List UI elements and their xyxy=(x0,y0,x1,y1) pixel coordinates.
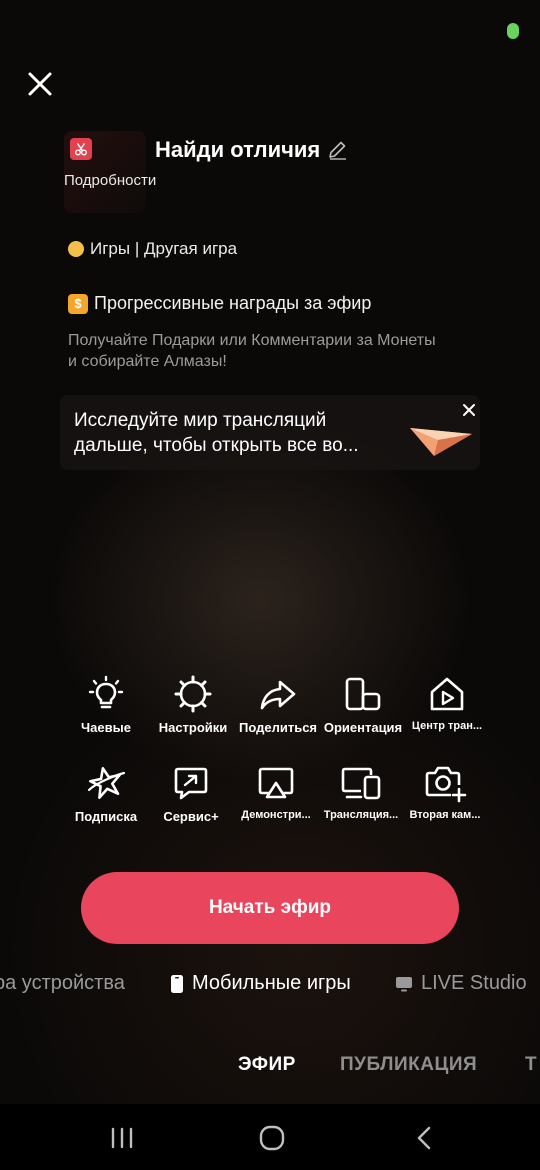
pencil-icon[interactable] xyxy=(326,139,348,161)
tool-settings[interactable]: Настройки xyxy=(148,674,238,735)
share-arrow-icon xyxy=(260,680,296,710)
tool-subscription-label: Подписка xyxy=(74,809,138,824)
tool-share[interactable]: Поделиться xyxy=(233,674,323,735)
phone-icon xyxy=(171,974,183,993)
tab-template[interactable]: Т xyxy=(525,1054,537,1076)
recent-apps-icon[interactable] xyxy=(102,1124,142,1152)
mode-device-camera[interactable]: ра устройства xyxy=(0,972,125,995)
tip-line-1: Исследуйте мир трансляций xyxy=(74,410,327,431)
stream-topic[interactable]: Игры | Другая игра xyxy=(68,239,237,259)
cover-label[interactable]: Подробности xyxy=(64,171,156,191)
tool-share-label: Поделиться xyxy=(238,720,318,735)
gear-icon xyxy=(174,675,212,713)
mode-live-studio-label: LIVE Studio xyxy=(421,972,527,994)
system-navigation-bar xyxy=(0,1104,540,1170)
tool-subscription[interactable]: Подписка xyxy=(61,763,151,824)
back-icon[interactable] xyxy=(404,1124,444,1152)
game-topic-icon xyxy=(68,241,84,257)
rewards-title-text: Прогрессивные награды за эфир xyxy=(94,293,372,313)
scissors-icon xyxy=(75,143,87,156)
mode-mobile-games[interactable]: Мобильные игры xyxy=(170,972,351,995)
live-center-icon xyxy=(430,677,464,711)
tool-multi-device[interactable]: Трансляция... xyxy=(316,763,406,821)
cover-edit-icon[interactable] xyxy=(70,138,92,160)
stream-topic-text: Игры | Другая игра xyxy=(90,239,238,258)
tool-multi-device-label: Трансляция... xyxy=(323,809,399,821)
tool-service-plus[interactable]: Сервис+ xyxy=(146,763,236,824)
orientation-icon xyxy=(345,677,381,711)
tip-line-2: дальше, чтобы открыть все во... xyxy=(74,435,359,456)
status-indicator xyxy=(507,23,519,39)
stream-title-text: Найди отличия xyxy=(155,137,321,162)
tab-post[interactable]: ПУБЛИКАЦИЯ xyxy=(340,1054,477,1076)
tool-second-camera[interactable]: Вторая кам... xyxy=(400,763,490,821)
mode-mobile-games-label: Мобильные игры xyxy=(192,972,351,994)
home-icon[interactable] xyxy=(252,1124,292,1152)
tool-tips[interactable]: Чаевые xyxy=(61,674,151,735)
tool-second-camera-label: Вторая кам... xyxy=(409,809,481,821)
service-plus-icon xyxy=(174,767,208,800)
mode-device-camera-label: ра устройства xyxy=(0,972,125,994)
reward-coin-icon: $ xyxy=(68,293,88,314)
tool-live-center[interactable]: Центр тран... xyxy=(402,674,492,732)
tool-settings-label: Настройки xyxy=(158,720,228,735)
start-live-button[interactable]: Начать эфир xyxy=(81,872,459,944)
rewards-description: Получайте Подарки или Комментарии за Мон… xyxy=(68,332,436,370)
add-camera-icon xyxy=(425,766,467,803)
bottom-mode-tabs: ЭФИР ПУБЛИКАЦИЯ Т xyxy=(0,1054,540,1082)
mode-live-studio[interactable]: LIVE Studio xyxy=(395,972,527,995)
subscription-star-icon xyxy=(87,767,126,799)
paper-plane-icon xyxy=(410,428,472,456)
tool-orientation[interactable]: Ориентация xyxy=(318,674,408,735)
monitor-icon xyxy=(396,976,412,991)
close-icon[interactable] xyxy=(24,68,56,100)
lightbulb-icon xyxy=(88,675,124,709)
tab-live[interactable]: ЭФИР xyxy=(238,1054,296,1076)
tool-live-center-label: Центр тран... xyxy=(411,720,483,732)
tip-close-icon[interactable] xyxy=(459,400,479,420)
screen-cast-icon xyxy=(258,767,294,799)
multi-device-icon xyxy=(341,767,381,800)
tool-screen-share[interactable]: Демонстри... xyxy=(231,763,321,821)
tool-orientation-label: Ориентация xyxy=(323,720,403,735)
tip-text: Исследуйте мир трансляций дальше, чтобы … xyxy=(74,408,404,458)
stream-title[interactable]: Найди отличия xyxy=(155,137,348,163)
source-mode-selector: ра устройства Мобильные игры LIVE Studio xyxy=(0,970,540,1000)
tool-screen-share-label: Демонстри... xyxy=(241,809,311,821)
tool-service-plus-label: Сервис+ xyxy=(163,809,219,824)
rewards-heading[interactable]: $ Прогрессивные награды за эфир xyxy=(68,293,371,314)
tool-tips-label: Чаевые xyxy=(81,720,131,735)
